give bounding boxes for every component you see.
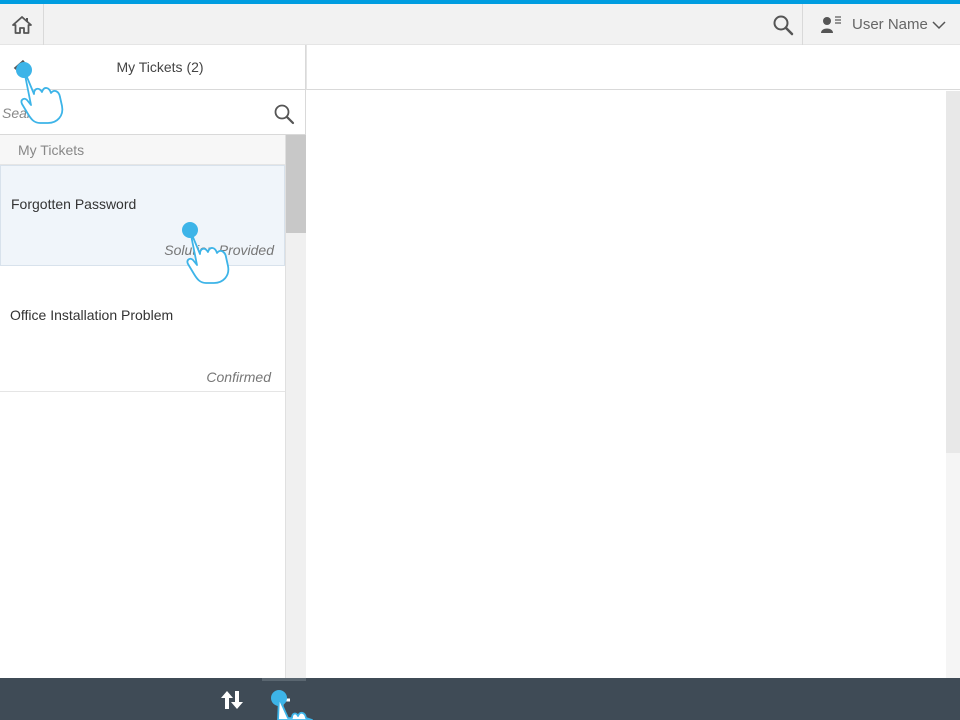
group-header: My Tickets — [0, 135, 285, 165]
ticket-title: Forgotten Password — [11, 196, 137, 212]
master-title: My Tickets (2) — [116, 59, 204, 75]
header-divider — [802, 4, 803, 45]
user-icon — [821, 15, 841, 33]
home-icon — [11, 15, 32, 34]
sort-icon — [221, 691, 243, 709]
header-search-button[interactable] — [764, 4, 802, 45]
sort-button[interactable] — [218, 686, 246, 714]
list-item[interactable]: Office Installation Problem Confirmed — [0, 267, 285, 392]
search-icon — [773, 15, 794, 35]
ticket-list: My Tickets Forgotten Password Solution P… — [0, 135, 285, 678]
master-panel: My Tickets (2) My Tickets Forgotten Pass… — [0, 45, 306, 678]
master-header: My Tickets (2) — [0, 45, 306, 90]
detail-scrollbar[interactable] — [946, 91, 960, 678]
chevron-down-icon — [932, 20, 946, 29]
add-icon — [274, 692, 290, 708]
app-root: User Name My Tickets (2) Search My Ticke… — [0, 0, 960, 720]
ticket-status: Solution Provided — [164, 242, 274, 258]
list-scrollbar[interactable] — [285, 135, 306, 678]
search-bar — [0, 90, 306, 135]
shell-header: User Name — [0, 4, 960, 45]
user-name-label: User Name — [852, 16, 928, 33]
list-scrollbar-thumb[interactable] — [286, 135, 306, 233]
footer-toolbar — [0, 678, 960, 720]
home-button[interactable] — [0, 4, 44, 45]
search-button[interactable] — [270, 100, 298, 128]
detail-scrollbar-thumb[interactable] — [946, 91, 960, 453]
search-icon — [274, 104, 295, 125]
back-arrow-icon — [13, 59, 25, 77]
footer-notch — [262, 678, 306, 681]
search-input[interactable] — [2, 100, 262, 126]
detail-panel — [306, 45, 960, 678]
ticket-status: Confirmed — [206, 369, 271, 385]
back-button[interactable] — [6, 55, 34, 81]
user-menu-button[interactable]: User Name — [806, 4, 956, 45]
detail-header — [306, 45, 960, 90]
list-item[interactable]: Forgotten Password Solution Provided — [0, 165, 285, 266]
ticket-title: Office Installation Problem — [10, 307, 174, 323]
add-button[interactable] — [268, 686, 296, 714]
